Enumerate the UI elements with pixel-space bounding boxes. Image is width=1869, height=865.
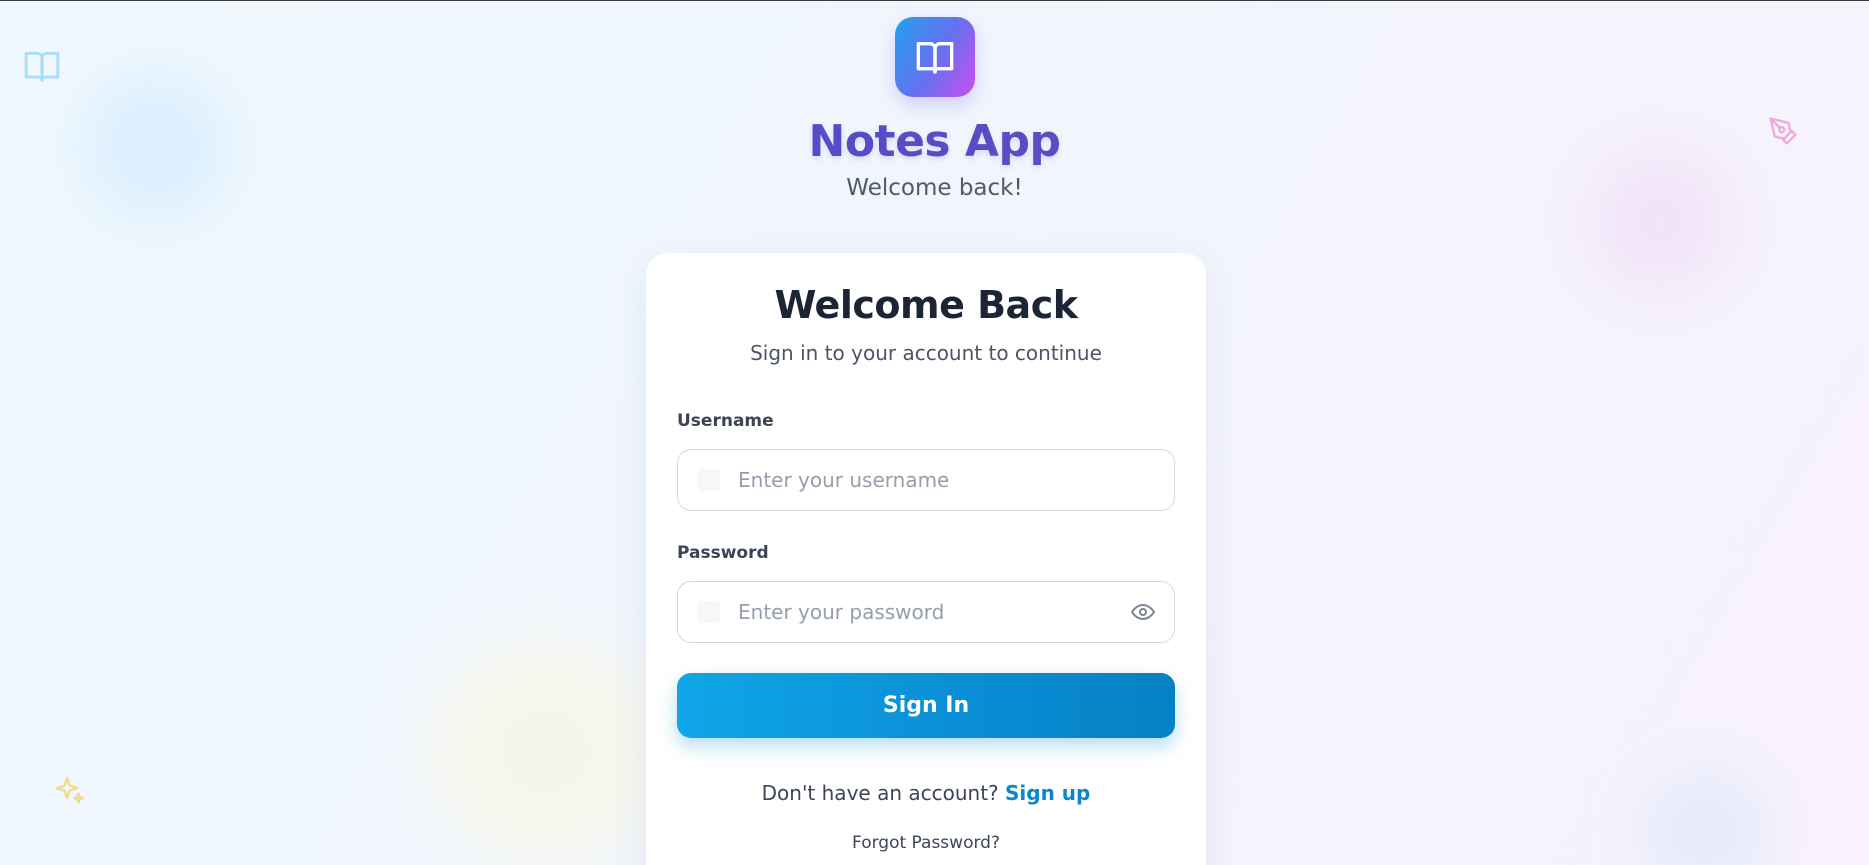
username-field[interactable] [677, 449, 1175, 511]
signup-prompt-text: Don't have an account? [761, 781, 1006, 805]
book-open-icon [916, 42, 953, 74]
forgot-password-link[interactable]: Forgot Password? [646, 833, 1206, 853]
sign-up-link[interactable]: Sign up [1005, 781, 1090, 805]
password-field[interactable] [677, 581, 1175, 643]
app-tagline: Welcome back! [846, 175, 1023, 201]
username-input[interactable] [738, 450, 1138, 509]
brand-header: Notes App Welcome back! [0, 17, 1869, 201]
app-logo [894, 17, 975, 97]
card-subtitle: Sign in to your account to continue [750, 341, 1102, 365]
sign-in-button[interactable]: Sign In [677, 673, 1175, 738]
login-card: Welcome Back Sign in to your account to … [646, 253, 1206, 865]
app-title: Notes App [0, 117, 1869, 167]
sparkles-icon [55, 776, 85, 804]
password-input[interactable] [738, 582, 1138, 641]
card-title: Welcome Back [774, 283, 1079, 327]
background-blob [430, 641, 660, 861]
password-label: Password [677, 543, 769, 563]
user-icon [698, 469, 720, 491]
eye-icon[interactable] [1130, 600, 1156, 624]
signup-prompt: Don't have an account? Sign up [646, 781, 1206, 805]
background-blob [1640, 771, 1770, 865]
username-label: Username [677, 411, 774, 431]
lock-icon [698, 601, 720, 623]
